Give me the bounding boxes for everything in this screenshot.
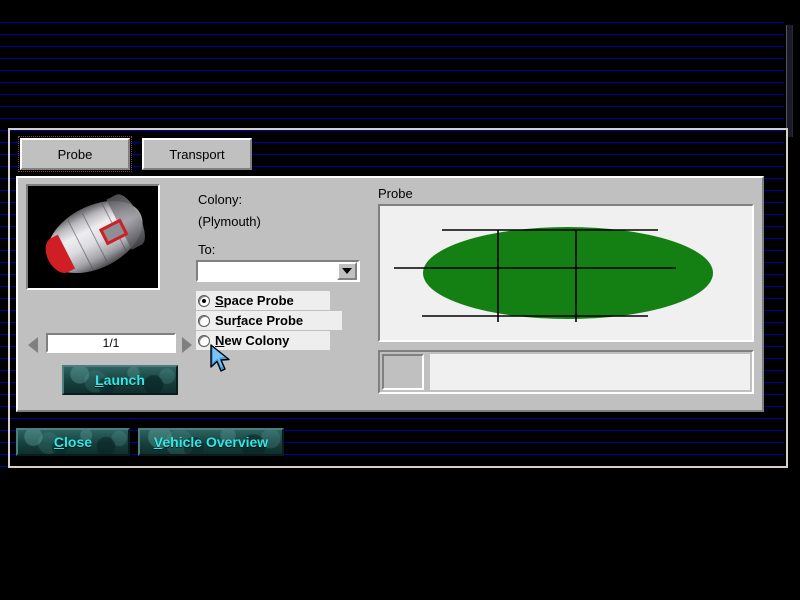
tab-probe[interactable]: Probe (20, 138, 130, 170)
vehicle-index-value: 1/1 (103, 336, 120, 350)
screen-root: Probe Transport 1/1 Launch (0, 0, 800, 600)
tab-probe-label: Probe (58, 147, 93, 162)
background-mask-bottom (0, 470, 800, 600)
status-icon-slot (382, 354, 424, 390)
launch-button-label: Launch (95, 372, 145, 388)
radio-space-probe-label: Space Probe (215, 293, 294, 308)
close-button[interactable]: Close (16, 428, 130, 456)
probe-panel: 1/1 Launch Colony: (Plymouth) To: Space … (16, 176, 764, 412)
colony-value: (Plymouth) (198, 214, 261, 229)
vehicle-index-field[interactable]: 1/1 (46, 333, 176, 353)
vehicle-overview-button[interactable]: Vehicle Overview (138, 428, 284, 456)
next-vehicle-button[interactable] (182, 337, 192, 353)
tab-transport-label: Transport (169, 147, 224, 162)
chevron-down-icon[interactable] (337, 262, 357, 280)
radio-space-probe[interactable]: Space Probe (196, 291, 330, 310)
right-edge-strip (786, 25, 793, 137)
vehicle-overview-button-label: Vehicle Overview (154, 434, 268, 450)
probe-groupbox-title: Probe (378, 186, 413, 201)
destination-combobox[interactable] (196, 260, 360, 282)
background-mask-top (0, 0, 800, 20)
launch-button[interactable]: Launch (62, 365, 178, 395)
radio-indicator-space (198, 295, 210, 307)
probe-schematic-panel (378, 204, 754, 342)
radio-surface-probe[interactable]: Surface Probe (196, 311, 342, 330)
probe-schematic-svg (380, 206, 752, 340)
radio-surface-probe-label: Surface Probe (215, 313, 303, 328)
radio-new-colony-label: New Colony (215, 333, 289, 348)
status-bar (378, 350, 754, 394)
radio-indicator-colony (198, 335, 210, 347)
radio-indicator-surface (198, 315, 210, 327)
close-button-label: Close (54, 434, 92, 450)
probe-thumbnail[interactable] (26, 184, 160, 290)
colony-label: Colony: (198, 192, 242, 207)
prev-vehicle-button[interactable] (28, 337, 38, 353)
tab-transport[interactable]: Transport (142, 138, 252, 170)
radio-new-colony[interactable]: New Colony (196, 331, 330, 350)
schematic-hull (423, 227, 713, 319)
destination-label: To: (198, 242, 215, 257)
status-message (430, 354, 750, 390)
probe-capsule-icon (35, 186, 154, 288)
